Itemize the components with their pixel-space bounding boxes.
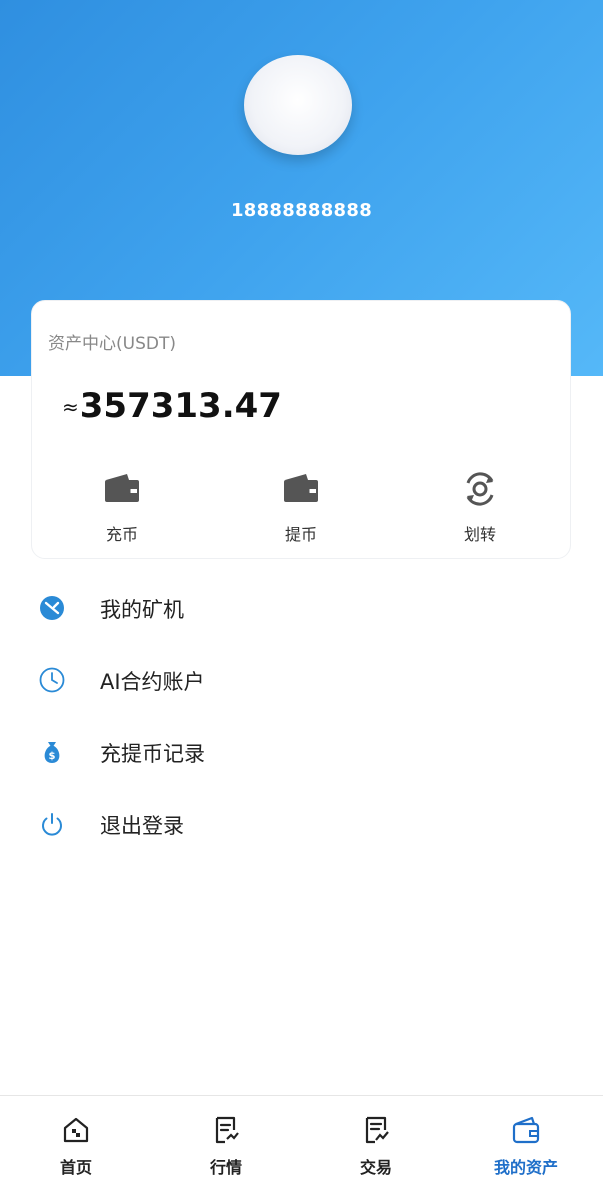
nav-label: 首页 (59, 1158, 92, 1177)
transfer-icon (466, 472, 494, 506)
user-phone: 18888888888 (230, 200, 373, 221)
wallet-icon (512, 1116, 540, 1144)
trade-icon (365, 1116, 389, 1144)
transfer-label: 划转 (463, 525, 496, 544)
nav-label: 我的资产 (493, 1158, 558, 1177)
withdraw-button[interactable]: 提币 (261, 471, 341, 545)
menu-item-ai-contract[interactable]: AI合约账户 (0, 644, 603, 716)
transfer-button[interactable]: 划转 (440, 471, 520, 545)
deposit-button[interactable]: 充币 (82, 471, 162, 545)
menu-label: 退出登录 (100, 814, 184, 838)
nav-home[interactable]: 首页 (26, 1114, 126, 1178)
asset-center-card: 资产中心(USDT) ≈357313.47 充币 提币 划转 (31, 300, 571, 559)
nav-label: 行情 (209, 1158, 242, 1177)
money-bag-icon: $ (44, 742, 60, 763)
menu-label: AI合约账户 (100, 670, 205, 694)
wallet-icon (105, 474, 139, 502)
approx-sign: ≈ (62, 395, 79, 419)
mining-icon (40, 596, 64, 620)
power-icon (42, 813, 62, 836)
avatar[interactable] (244, 55, 352, 155)
wallet-icon (284, 474, 318, 502)
menu-item-mining[interactable]: 我的矿机 (0, 572, 603, 644)
home-icon (63, 1117, 89, 1143)
withdraw-label: 提币 (284, 525, 317, 544)
asset-title: 资产中心(USDT) (48, 334, 176, 354)
asset-amount-value: 357313.47 (79, 386, 282, 426)
menu-item-deposit-records[interactable]: $ 充提币记录 (0, 716, 603, 788)
bottom-nav: 首页 行情 交易 我的资产 (0, 1095, 603, 1200)
menu-label: 我的矿机 (100, 598, 184, 622)
menu-label: 充提币记录 (100, 742, 205, 766)
nav-label: 交易 (359, 1158, 392, 1177)
asset-amount: ≈357313.47 (62, 386, 282, 426)
clock-icon (39, 667, 65, 693)
market-icon (215, 1116, 239, 1144)
menu-item-logout[interactable]: 退出登录 (0, 788, 603, 860)
svg-text:$: $ (49, 751, 56, 762)
account-menu: 我的矿机 AI合约账户 $ 充提币记录 退出登录 (0, 572, 603, 860)
nav-trade[interactable]: 交易 (326, 1114, 426, 1178)
deposit-label: 充币 (105, 525, 138, 544)
nav-my-assets[interactable]: 我的资产 (476, 1114, 576, 1178)
nav-market[interactable]: 行情 (176, 1114, 276, 1178)
